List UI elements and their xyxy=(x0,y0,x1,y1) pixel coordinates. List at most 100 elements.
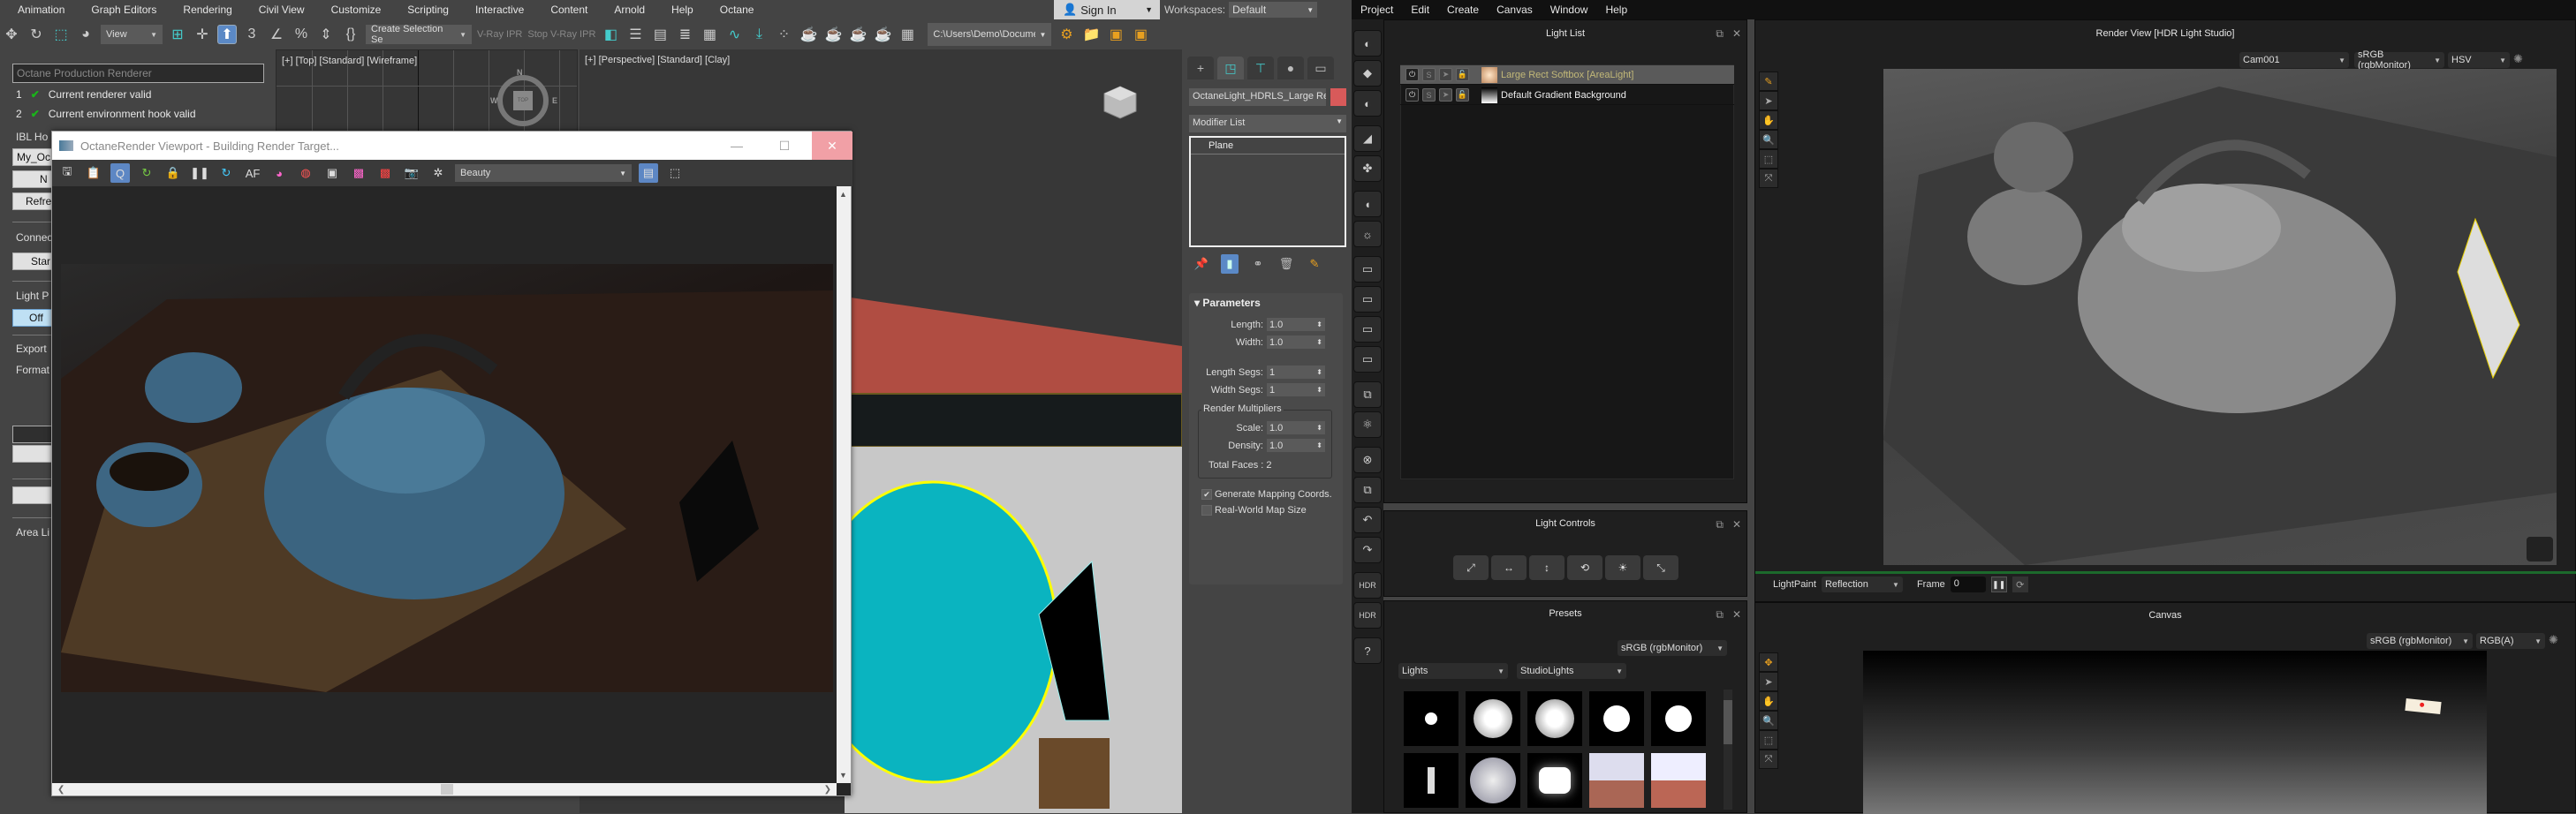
menu-window[interactable]: Window xyxy=(1542,4,1597,16)
menu-scripting[interactable]: Scripting xyxy=(390,4,458,16)
real-world-map-checkbox[interactable] xyxy=(1201,505,1212,516)
select-icon[interactable]: ➤ xyxy=(1439,68,1452,81)
scrollbar-thumb[interactable] xyxy=(1724,700,1732,744)
render-production-icon[interactable]: ☕ xyxy=(848,25,868,44)
preset-thumbnail[interactable] xyxy=(1527,691,1582,746)
render-cloud-icon[interactable]: ☕ xyxy=(873,25,892,44)
viewport-top-label[interactable]: [+] [Top] [Standard] [Wireframe] xyxy=(282,56,417,66)
float-panel-icon[interactable]: ⧉ xyxy=(1716,27,1724,41)
maximize-button[interactable]: ☐ xyxy=(764,132,805,160)
redo-icon[interactable]: ↷ xyxy=(1353,537,1382,563)
power-icon[interactable]: ⏻ xyxy=(1405,68,1419,81)
project-hierarchy-icon[interactable]: ▣ xyxy=(1131,25,1150,44)
workspaces-dropdown[interactable]: Default ▼ xyxy=(1229,2,1318,18)
float-panel-icon[interactable]: ⧉ xyxy=(1716,518,1724,531)
preset-thumbnail[interactable] xyxy=(1527,753,1582,808)
rotate-light-icon[interactable]: ⟲ xyxy=(1567,555,1602,580)
close-panel-icon[interactable]: ✕ xyxy=(1732,608,1741,622)
background-horizon-icon[interactable]: ▭ xyxy=(1353,316,1382,343)
spinner-arrows-icon[interactable]: ⬍ xyxy=(1316,338,1322,346)
pause-render-icon[interactable]: ❚❚ xyxy=(1990,577,2007,592)
aperture-icon[interactable]: ✺ xyxy=(2513,52,2533,68)
object-name-field[interactable]: OctaneLight_HDRLS_Large Rec xyxy=(1189,88,1326,106)
rendered-frame-window-icon[interactable]: ☕ xyxy=(823,25,843,44)
group-icon[interactable]: ⧉ xyxy=(1353,381,1382,408)
background-image-icon[interactable]: ▭ xyxy=(1353,286,1382,313)
film-region-icon[interactable]: ▩ xyxy=(349,163,368,183)
close-button[interactable]: ✕ xyxy=(812,132,852,160)
pause-icon[interactable]: ❚❚ xyxy=(190,163,209,183)
help-icon[interactable]: ? xyxy=(1353,637,1382,664)
light-list-item[interactable]: ⏻ S ➤ 🔓 Default Gradient Background xyxy=(1400,86,1734,105)
preset-thumbnail[interactable] xyxy=(1466,753,1520,808)
sign-in-button[interactable]: 👤 Sign In ▼ xyxy=(1054,0,1160,19)
reference-coord-dropdown[interactable]: View ▼ xyxy=(101,25,163,44)
render-pass-dropdown[interactable]: Beauty ▼ xyxy=(455,164,632,182)
scroll-right-icon[interactable]: ❯ xyxy=(824,785,831,795)
spinner-arrows-icon[interactable]: ⬍ xyxy=(1316,320,1322,328)
width-spinner[interactable]: 1.0 ⬍ xyxy=(1267,335,1325,349)
aperture-icon[interactable]: ✺ xyxy=(2549,633,2568,649)
render-setup-icon[interactable]: ☕ xyxy=(799,25,818,44)
scroll-down-icon[interactable]: ▼ xyxy=(839,771,847,780)
gradient-light-icon[interactable]: ◢ xyxy=(1353,125,1382,152)
vertical-scrollbar[interactable]: ▲ ▼ xyxy=(837,186,851,783)
stop-vray-ipr-button[interactable]: Stop V-Ray IPR xyxy=(527,29,595,40)
lock-icon[interactable]: 🔓 xyxy=(1456,68,1469,81)
preset-thumbnail[interactable] xyxy=(1651,691,1706,746)
generate-mapping-checkbox[interactable]: ✔ xyxy=(1201,489,1212,500)
restart-render-icon[interactable]: ↻ xyxy=(137,163,156,183)
menu-canvas[interactable]: Canvas xyxy=(1488,4,1542,16)
lightpaint-mode-dropdown[interactable]: Reflection ▼ xyxy=(1821,577,1903,592)
project-structure-icon[interactable]: ▣ xyxy=(1106,25,1125,44)
spinner-arrows-icon[interactable]: ⬍ xyxy=(1316,441,1322,449)
area-light-icon[interactable]: ◐ xyxy=(1353,30,1382,57)
select-manipulate-icon[interactable]: ✛ xyxy=(193,25,212,44)
light-rig-icon[interactable]: ⚛ xyxy=(1353,411,1382,438)
renderer-field[interactable]: Octane Production Renderer xyxy=(12,64,264,83)
save-image-icon[interactable]: 🖫 xyxy=(57,163,77,183)
presets-collection-dropdown[interactable]: StudioLights ▼ xyxy=(1517,663,1626,679)
canvas-light-handle[interactable] xyxy=(2405,697,2442,715)
scroll-left-icon[interactable]: ❮ xyxy=(57,785,64,795)
camera-icon[interactable]: 📷 xyxy=(402,163,421,183)
octane-render-image[interactable] xyxy=(61,264,833,692)
scrollbar-thumb[interactable] xyxy=(441,784,453,795)
canvas-image[interactable] xyxy=(1863,651,2487,814)
pattern-light-icon[interactable]: ✤ xyxy=(1353,155,1382,182)
preset-thumbnail[interactable] xyxy=(1466,691,1520,746)
scale-light-icon[interactable]: ⤢ xyxy=(1453,555,1489,580)
preset-thumbnail[interactable] xyxy=(1651,753,1706,808)
pan-hand-icon[interactable]: ✋ xyxy=(1759,110,1778,130)
power-icon[interactable]: ⏻ xyxy=(1405,88,1419,102)
keyboard-shortcut-override-icon[interactable]: ⬆ xyxy=(217,25,237,44)
material-editor-icon[interactable]: ⁘ xyxy=(774,25,793,44)
snap-3d-icon[interactable]: 3 xyxy=(242,25,261,44)
spinner-arrows-icon[interactable]: ⬍ xyxy=(1316,424,1322,432)
menu-civil-view[interactable]: Civil View xyxy=(241,4,314,16)
scene-explorer-icon[interactable]: ▤ xyxy=(650,25,670,44)
info-panel-icon[interactable]: ▤ xyxy=(639,163,658,183)
undo-icon[interactable]: ↶ xyxy=(1353,507,1382,533)
canvas-colorspace-dropdown[interactable]: sRGB (rgbMonitor) ▼ xyxy=(2367,633,2473,649)
solo-icon[interactable]: S xyxy=(1422,88,1436,102)
align-icon[interactable]: ☰ xyxy=(625,25,645,44)
light-list-item[interactable]: ⏻ S ➤ 🔓 Large Rect Softbox [AreaLight] xyxy=(1400,65,1734,85)
modifier-stack[interactable]: Plane xyxy=(1189,136,1346,247)
pan-hand-icon[interactable]: ✋ xyxy=(1759,691,1778,711)
project-path-dropdown[interactable]: C:\Users\Demo\Documents\3ds Max 2020▼ xyxy=(928,23,1052,46)
render-mode-dropdown[interactable]: HSV ▼ xyxy=(2448,52,2510,68)
width-light-icon[interactable]: ↔ xyxy=(1491,555,1527,580)
pick-focus-icon[interactable]: ⬚ xyxy=(665,163,685,183)
menu-project[interactable]: Project xyxy=(1352,4,1402,16)
angle-snap-icon[interactable]: ∠ xyxy=(267,25,286,44)
shadow-light-icon[interactable]: ◖ xyxy=(1353,191,1382,217)
object-color-swatch[interactable] xyxy=(1330,88,1346,106)
menu-edit[interactable]: Edit xyxy=(1402,4,1438,16)
sun-light-icon[interactable]: ☼ xyxy=(1353,221,1382,247)
solo-icon[interactable]: S xyxy=(1422,68,1436,81)
make-unique-icon[interactable]: ⚭ xyxy=(1249,254,1267,274)
menu-content[interactable]: Content xyxy=(533,4,596,16)
zoom-fit-icon[interactable]: ⤧ xyxy=(1759,750,1778,769)
lock-icon[interactable]: 🔒 xyxy=(163,163,183,183)
